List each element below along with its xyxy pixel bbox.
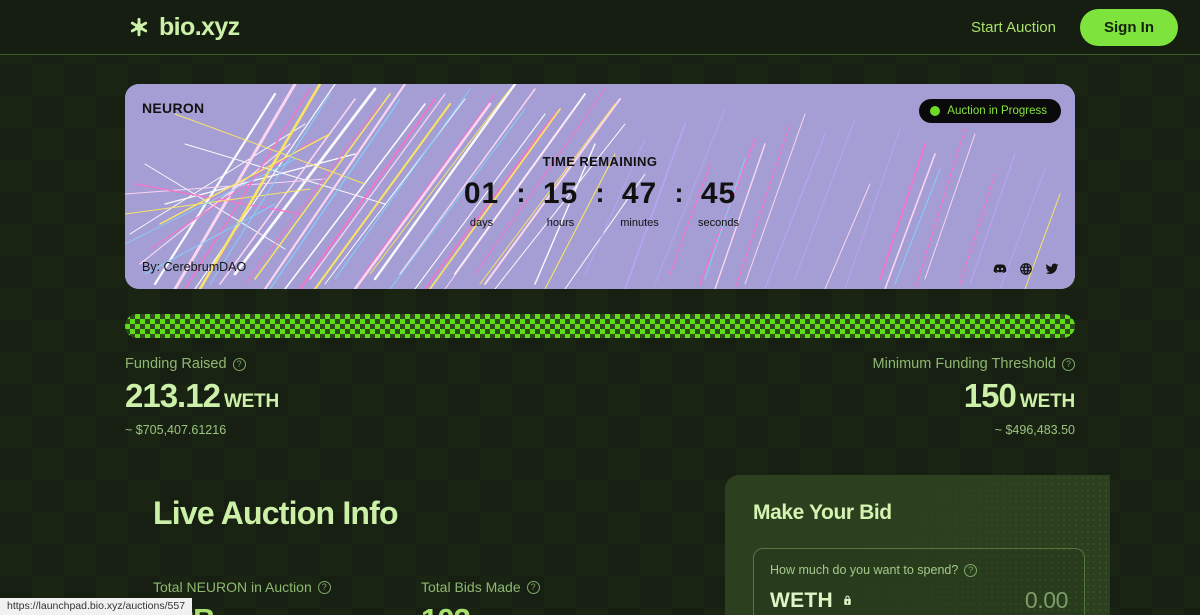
funding-threshold-value: 150 WETH [873, 379, 1075, 413]
project-name: NEURON [142, 100, 205, 116]
countdown-units: 01 days : 15 hours : 47 minutes : 45 sec… [125, 177, 1075, 230]
help-icon[interactable]: ? [317, 580, 331, 594]
help-icon[interactable]: ? [964, 563, 978, 577]
bid-question-label: How much do you want to spend? [770, 563, 959, 577]
stat-total-neuron: Total NEURON in Auction ? 1.3B [153, 579, 421, 615]
countdown-timer: TIME REMAINING 01 days : 15 hours : 47 m… [125, 154, 1075, 229]
countdown-seconds: 45 seconds [688, 177, 750, 230]
countdown-separator: : [674, 178, 684, 208]
bid-panel-content: Make Your Bid How much do you want to sp… [753, 501, 1085, 615]
funding-threshold-usd: ~ $496,483.50 [994, 423, 1075, 437]
countdown-seconds-label: seconds [698, 217, 739, 229]
lower-section: Live Auction Info Total NEURON in Auctio… [125, 475, 1110, 615]
countdown-hours-value: 15 [542, 177, 579, 210]
countdown-separator: : [595, 178, 605, 208]
stat-total-bids: Total Bids Made ? 102 [421, 579, 689, 615]
countdown-minutes-value: 47 [621, 177, 658, 210]
bid-token-selector[interactable]: WETH [770, 589, 854, 613]
help-icon[interactable]: ? [232, 357, 246, 371]
twitter-icon[interactable] [1045, 262, 1059, 276]
lock-icon [841, 594, 854, 607]
countdown-minutes: 47 minutes [609, 177, 671, 230]
funding-summary: Funding Raised ? 213.12 WETH ~ $705,407.… [125, 356, 1075, 437]
bid-input-box[interactable]: How much do you want to spend? ? WETH 0.… [753, 548, 1085, 615]
countdown-hours-label: hours [546, 217, 575, 229]
countdown-minutes-label: minutes [620, 217, 659, 229]
sign-in-button[interactable]: Sign In [1080, 8, 1178, 46]
social-links [993, 262, 1059, 276]
help-icon[interactable]: ? [526, 580, 540, 594]
browser-status-bar: https://launchpad.bio.xyz/auctions/557 [0, 598, 193, 615]
header-actions: Start Auction Sign In [971, 8, 1178, 46]
funding-threshold-label: Minimum Funding Threshold [872, 356, 1056, 372]
stat-total-bids-value: 102 [421, 602, 689, 615]
bid-token-symbol: WETH [770, 588, 834, 612]
stat-total-bids-label: Total Bids Made [421, 579, 521, 595]
start-auction-link[interactable]: Start Auction [971, 19, 1056, 36]
globe-icon[interactable] [1019, 262, 1033, 276]
funding-threshold-amount: 150 [963, 377, 1017, 414]
stat-total-neuron-label: Total NEURON in Auction [153, 579, 312, 595]
funding-progress-bar [125, 314, 1075, 338]
funding-threshold-block: Minimum Funding Threshold ? 150 WETH ~ $… [873, 356, 1076, 437]
brand-name: bio.xyz [159, 12, 240, 41]
funding-raised-label-row: Funding Raised ? [125, 356, 279, 372]
bid-token-row: WETH 0.00 [770, 587, 1068, 614]
auction-banner: NEURON Auction in Progress TIME REMAININ… [125, 84, 1075, 289]
bid-amount-input[interactable]: 0.00 [1025, 587, 1069, 614]
asterisk-logo-icon [128, 16, 150, 38]
countdown-days: 01 days [451, 177, 513, 230]
bid-panel-title: Make Your Bid [753, 501, 892, 524]
page-root: bio.xyz Start Auction Sign In NEURON Auc… [0, 0, 1200, 615]
funding-raised-unit: WETH [223, 391, 280, 412]
project-creator: By: CerebrumDAO [142, 260, 247, 274]
funding-raised-block: Funding Raised ? 213.12 WETH ~ $705,407.… [125, 356, 279, 437]
funding-threshold-label-row: Minimum Funding Threshold ? [873, 356, 1075, 372]
help-icon[interactable]: ? [1062, 357, 1075, 371]
funding-raised-amount: 213.12 [125, 377, 221, 414]
status-badge-label: Auction in Progress [947, 105, 1047, 117]
countdown-hours: 15 hours [530, 177, 592, 230]
funding-threshold-unit: WETH [1019, 391, 1075, 412]
brand-logo[interactable]: bio.xyz [128, 13, 240, 42]
countdown-label: TIME REMAINING [542, 154, 658, 169]
main-content: NEURON Auction in Progress TIME REMAININ… [0, 84, 1200, 615]
status-dot-icon [930, 106, 941, 116]
funding-raised-usd: ~ $705,407.61216 [125, 423, 227, 437]
make-your-bid-panel: Make Your Bid How much do you want to sp… [725, 475, 1110, 615]
countdown-separator: : [516, 178, 526, 208]
status-badge[interactable]: Auction in Progress [919, 99, 1061, 123]
stat-total-neuron-value: 1.3B [153, 602, 421, 615]
stat-label-row: Total NEURON in Auction ? [153, 579, 421, 595]
funding-raised-label: Funding Raised [125, 356, 227, 372]
countdown-days-value: 01 [463, 177, 500, 210]
countdown-seconds-value: 45 [700, 177, 737, 210]
bid-question-row: How much do you want to spend? ? [770, 563, 1068, 577]
stat-label-row: Total Bids Made ? [421, 579, 689, 595]
site-header: bio.xyz Start Auction Sign In [0, 0, 1200, 55]
discord-icon[interactable] [993, 262, 1007, 276]
funding-progress-fill [125, 314, 1075, 338]
countdown-days-label: days [469, 217, 494, 229]
funding-raised-value: 213.12 WETH [125, 379, 279, 413]
